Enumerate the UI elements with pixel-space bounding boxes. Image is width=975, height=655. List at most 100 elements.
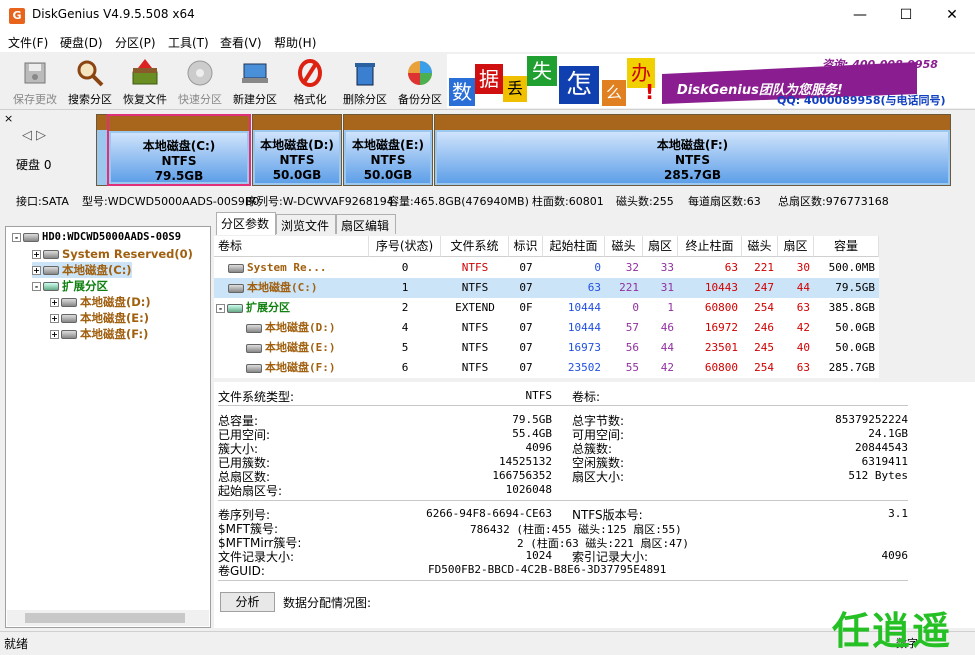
- disk-bar: × ◁ ▷ 硬盘 0 本地磁盘(C:) NTFS 79.5GB 本地磁盘(D:) NT…: [0, 110, 975, 190]
- prev-disk-button[interactable]: ◁: [22, 128, 32, 143]
- tree-root-hd0[interactable]: - HD0:WDCWD5000AADS-00S9: [12, 231, 181, 243]
- row-expander[interactable]: -: [216, 303, 225, 313]
- tree-expander[interactable]: +: [50, 330, 59, 339]
- disk-info-line: 接口:SATA 型号:WDCWD5000AADS-00S9B0 序列号:W-DC…: [0, 190, 975, 210]
- partition-icon: [228, 283, 244, 293]
- ad-phone: 咨询: 400-008-9958: [822, 58, 938, 71]
- table-row[interactable]: 本地磁盘(F:) 6 NTFS 07 23502 55 42 60800 254…: [214, 358, 879, 378]
- detail-total-clusters: 20844543: [855, 441, 908, 454]
- detail-used-space: 55.4GB: [512, 427, 552, 440]
- table-row[interactable]: 本地磁盘(E:) 5 NTFS 07 16973 56 44 23501 245…: [214, 338, 879, 358]
- tree-expander[interactable]: +: [50, 298, 59, 307]
- tree-expander[interactable]: +: [32, 266, 41, 275]
- tab-partition-params[interactable]: 分区参数: [216, 212, 276, 235]
- backup-partition-button[interactable]: 备份分区: [393, 56, 447, 108]
- partition-block-e[interactable]: 本地磁盘(E:) NTFS 50.0GB: [343, 114, 433, 186]
- col-start-sector[interactable]: 扇区: [643, 236, 678, 257]
- new-partition-button[interactable]: 新建分区: [228, 56, 282, 108]
- partition-icon: [246, 363, 262, 373]
- tree-item-e[interactable]: + 本地磁盘(E:): [50, 310, 149, 326]
- ad-banner[interactable]: 数 据 丢 失 怎 么 办 ! DiskGenius团队为您服务! 咨询: 40…: [447, 54, 975, 108]
- tree-scroll-thumb[interactable]: [25, 613, 185, 623]
- col-id[interactable]: 标识: [509, 236, 543, 257]
- delete-icon: [355, 63, 375, 86]
- partition-block-c[interactable]: 本地磁盘(C:) NTFS 79.5GB: [107, 114, 251, 186]
- tree-expander[interactable]: +: [50, 314, 59, 323]
- col-index[interactable]: 序号(状态): [369, 236, 441, 257]
- tree-hscrollbar[interactable]: [7, 610, 209, 626]
- analyze-button[interactable]: 分析: [220, 592, 275, 612]
- menu-file[interactable]: 文件(F): [8, 34, 48, 51]
- tree-item-d[interactable]: + 本地磁盘(D:): [50, 294, 151, 310]
- extended-partition-icon: [227, 303, 243, 313]
- close-button[interactable]: ✕: [929, 0, 975, 31]
- close-disk-panel-button[interactable]: ×: [4, 112, 13, 125]
- partition-icon: [43, 266, 59, 275]
- quick-partition-button[interactable]: 快速分区: [173, 56, 227, 108]
- detail-total-bytes: 85379252224: [835, 413, 908, 426]
- minimize-button[interactable]: —: [837, 0, 883, 31]
- partition-icon: [246, 323, 262, 333]
- search-partition-button[interactable]: 搜索分区: [63, 56, 117, 108]
- col-end-cyl[interactable]: 终止柱面: [678, 236, 742, 257]
- divider: [218, 405, 908, 406]
- detail-total-sectors: 166756352: [492, 469, 552, 482]
- menu-view[interactable]: 查看(V): [220, 34, 262, 51]
- disk-label: 硬盘 0: [16, 158, 52, 172]
- tree-item-extended[interactable]: - 扩展分区: [32, 278, 108, 294]
- hard-disk-icon: [23, 232, 39, 242]
- col-label[interactable]: 卷标: [214, 236, 369, 257]
- table-row[interactable]: 本地磁盘(D:) 4 NTFS 07 10444 57 46 16972 246…: [214, 318, 879, 338]
- partition-icon: [246, 343, 262, 353]
- tree-root-expander[interactable]: -: [12, 232, 21, 242]
- menu-disk[interactable]: 硬盘(D): [60, 34, 103, 51]
- detail-fs-type: NTFS: [525, 389, 553, 402]
- col-start-cyl[interactable]: 起始柱面: [543, 236, 605, 257]
- tree-item-c[interactable]: + 本地磁盘(C:): [32, 262, 132, 278]
- window-title: DiskGenius V4.9.5.508 x64: [32, 7, 195, 21]
- detail-volume-serial: 6266-94F8-6694-CE63: [426, 507, 552, 520]
- menu-bar: 文件(F) 硬盘(D) 分区(P) 工具(T) 查看(V) 帮助(H): [0, 31, 975, 52]
- disk-tree: - HD0:WDCWD5000AADS-00S9 + System Reserved…: [5, 226, 211, 628]
- ad-char-5: 怎: [559, 66, 599, 104]
- col-capacity[interactable]: 容量: [814, 236, 879, 257]
- col-end-sector[interactable]: 扇区: [778, 236, 814, 257]
- save-changes-button[interactable]: 保存更改: [8, 56, 62, 108]
- tab-browse-files[interactable]: 浏览文件: [276, 214, 336, 234]
- menu-partition[interactable]: 分区(P): [115, 34, 156, 51]
- info-model: 型号:WDCWD5000AADS-00S9B0: [82, 195, 260, 208]
- info-port: 接口:SATA: [16, 195, 69, 208]
- menu-tools[interactable]: 工具(T): [168, 34, 209, 51]
- table-row-selected[interactable]: 本地磁盘(C:) 1 NTFS 07 63 221 31 10443 247 4…: [214, 278, 879, 298]
- backup-icon: [408, 61, 432, 85]
- detail-cluster-size: 4096: [525, 441, 553, 454]
- tab-sector-edit[interactable]: 扇区编辑: [336, 214, 396, 234]
- divider: [218, 580, 908, 581]
- tree-expander[interactable]: -: [32, 282, 41, 291]
- ad-char-8: !: [645, 80, 655, 104]
- watermark: 任逍遥: [832, 609, 953, 653]
- partition-icon: [61, 298, 77, 307]
- delete-partition-button[interactable]: 删除分区: [338, 56, 392, 108]
- format-button[interactable]: 格式化: [283, 56, 337, 108]
- ad-char-1: 数: [449, 78, 475, 106]
- maximize-button[interactable]: ☐: [883, 0, 929, 31]
- partition-block-f[interactable]: 本地磁盘(F:) NTFS 285.7GB: [434, 114, 951, 186]
- tree-item-f[interactable]: + 本地磁盘(F:): [50, 326, 148, 342]
- col-fs[interactable]: 文件系统: [441, 236, 509, 257]
- partition-table: 卷标 序号(状态) 文件系统 标识 起始柱面 磁头 扇区 终止柱面 磁头 扇区 …: [214, 236, 879, 378]
- detail-sector-size: 512 Bytes: [848, 469, 908, 482]
- menu-help[interactable]: 帮助(H): [274, 34, 316, 51]
- info-total-sectors: 总扇区数:976773168: [778, 195, 889, 208]
- tree-expander[interactable]: +: [32, 250, 41, 259]
- col-start-head[interactable]: 磁头: [605, 236, 643, 257]
- table-row[interactable]: System Re... 0 NTFS 07 0 32 33 63 221 30…: [214, 258, 879, 278]
- tree-item-system-reserved[interactable]: + System Reserved(0): [32, 247, 193, 261]
- table-row[interactable]: - 扩展分区 2 EXTEND 0F 10444 0 1 60800 254 63…: [214, 298, 879, 318]
- restore-files-button[interactable]: 恢复文件: [118, 56, 172, 108]
- detail-free-clusters: 6319411: [861, 455, 908, 468]
- partition-block-d[interactable]: 本地磁盘(D:) NTFS 50.0GB: [252, 114, 342, 186]
- next-disk-button[interactable]: ▷: [36, 128, 46, 143]
- col-end-head[interactable]: 磁头: [742, 236, 778, 257]
- app-icon: G: [9, 8, 25, 24]
